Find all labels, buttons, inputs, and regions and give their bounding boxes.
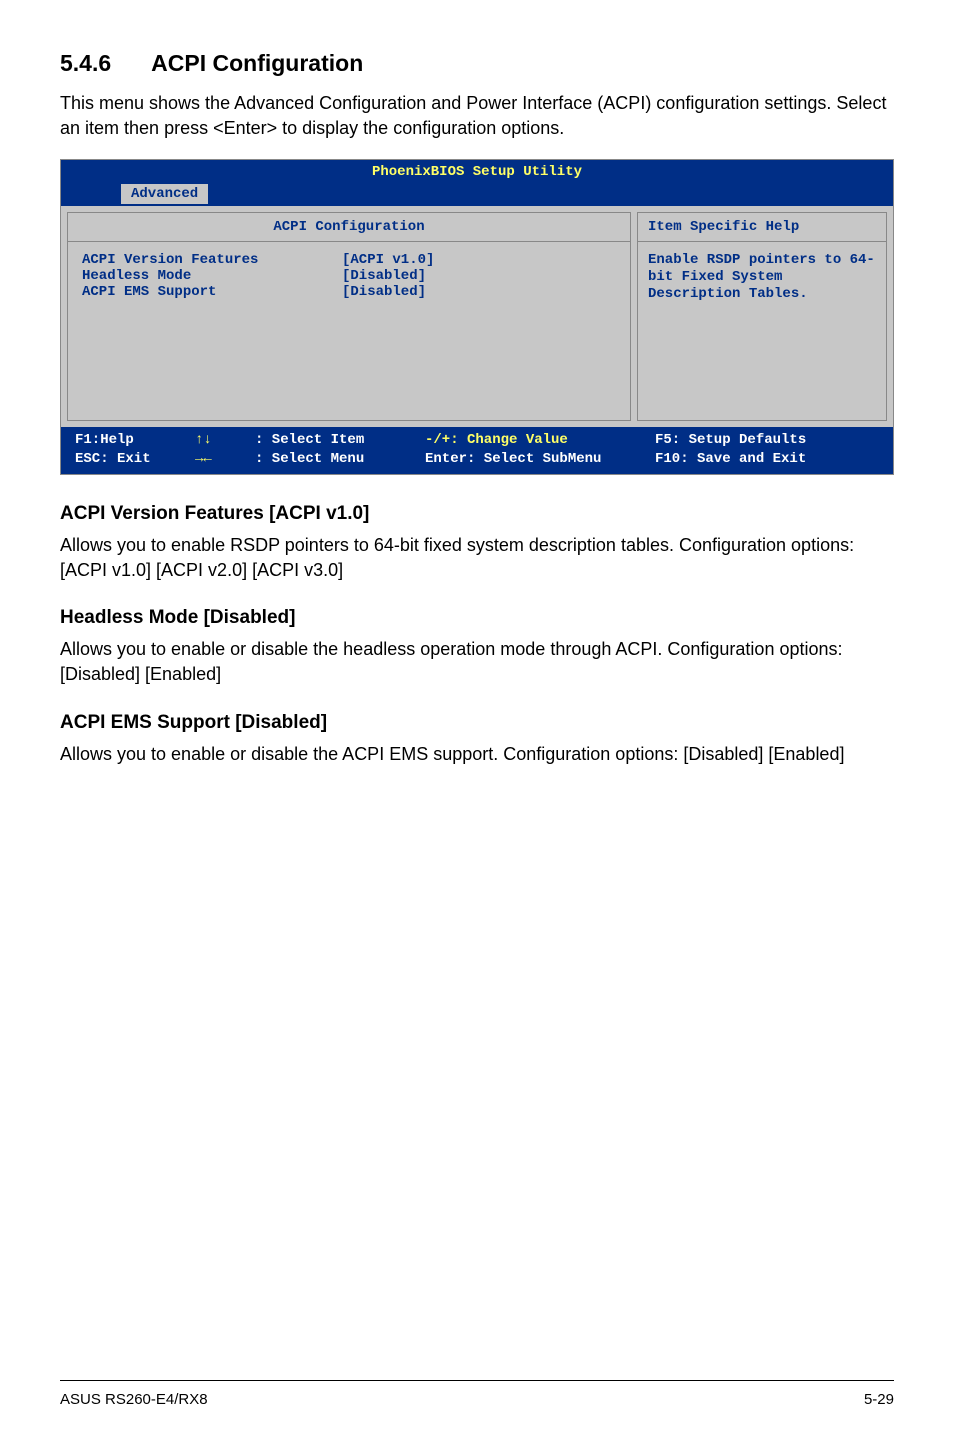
bios-item-value: [Disabled]: [342, 268, 426, 284]
bios-help-text: Enable RSDP pointers to 64-bit Fixed Sys…: [638, 242, 886, 312]
bios-item-value: [ACPI v1.0]: [342, 252, 434, 268]
bios-screenshot: PhoenixBIOS Setup Utility Advanced ACPI …: [60, 159, 894, 474]
bios-help-panel: Item Specific Help Enable RSDP pointers …: [637, 212, 887, 421]
bios-key-f5: F5: Setup Defaults: [655, 431, 879, 449]
footer-right: 5-29: [864, 1391, 894, 1408]
bios-item-label: Headless Mode: [82, 268, 342, 284]
bios-key-f1: F1:Help: [75, 431, 195, 449]
bios-tab-advanced: Advanced: [121, 184, 208, 204]
footer-left: ASUS RS260-E4/RX8: [60, 1391, 208, 1408]
intro-paragraph: This menu shows the Advanced Configurati…: [60, 91, 894, 141]
subsection-heading: ACPI Version Features [ACPI v1.0]: [60, 503, 894, 525]
bios-config-title: ACPI Configuration: [68, 213, 630, 242]
bios-footer: F1:Help ESC: Exit ↑↓ →← : Select Item : …: [61, 427, 893, 473]
subsection-text: Allows you to enable or disable the head…: [60, 637, 894, 687]
bios-item-row: ACPI Version Features [ACPI v1.0]: [82, 252, 616, 268]
bios-key-select-submenu: Enter: Select SubMenu: [425, 450, 655, 468]
section-heading: 5.4.6 ACPI Configuration: [60, 50, 894, 77]
bios-key-f10: F10: Save and Exit: [655, 450, 879, 468]
bios-key-esc: ESC: Exit: [75, 450, 195, 468]
bios-item-label: ACPI Version Features: [82, 252, 342, 268]
subsection-heading: Headless Mode [Disabled]: [60, 607, 894, 629]
bios-item-value: [Disabled]: [342, 284, 426, 300]
bios-body: ACPI Configuration ACPI Version Features…: [61, 206, 893, 427]
bios-item-row: ACPI EMS Support [Disabled]: [82, 284, 616, 300]
subsection-text: Allows you to enable or disable the ACPI…: [60, 742, 894, 767]
bios-help-title: Item Specific Help: [638, 213, 886, 242]
arrow-leftright-icon: →←: [195, 450, 255, 468]
bios-key-change-value: -/+: Change Value: [425, 431, 655, 449]
bios-key-select-item: : Select Item: [255, 431, 425, 449]
section-number: 5.4.6: [60, 50, 111, 77]
bios-title: PhoenixBIOS Setup Utility: [61, 160, 893, 184]
bios-key-select-menu: : Select Menu: [255, 450, 425, 468]
subsection-heading: ACPI EMS Support [Disabled]: [60, 712, 894, 734]
page-footer: ASUS RS260-E4/RX8 5-29: [60, 1380, 894, 1408]
subsection-text: Allows you to enable RSDP pointers to 64…: [60, 533, 894, 583]
bios-item-row: Headless Mode [Disabled]: [82, 268, 616, 284]
bios-item-label: ACPI EMS Support: [82, 284, 342, 300]
arrow-updown-icon: ↑↓: [195, 431, 255, 449]
bios-tabbar: Advanced: [61, 184, 893, 206]
bios-left-panel: ACPI Configuration ACPI Version Features…: [67, 212, 631, 421]
section-title: ACPI Configuration: [151, 50, 363, 76]
